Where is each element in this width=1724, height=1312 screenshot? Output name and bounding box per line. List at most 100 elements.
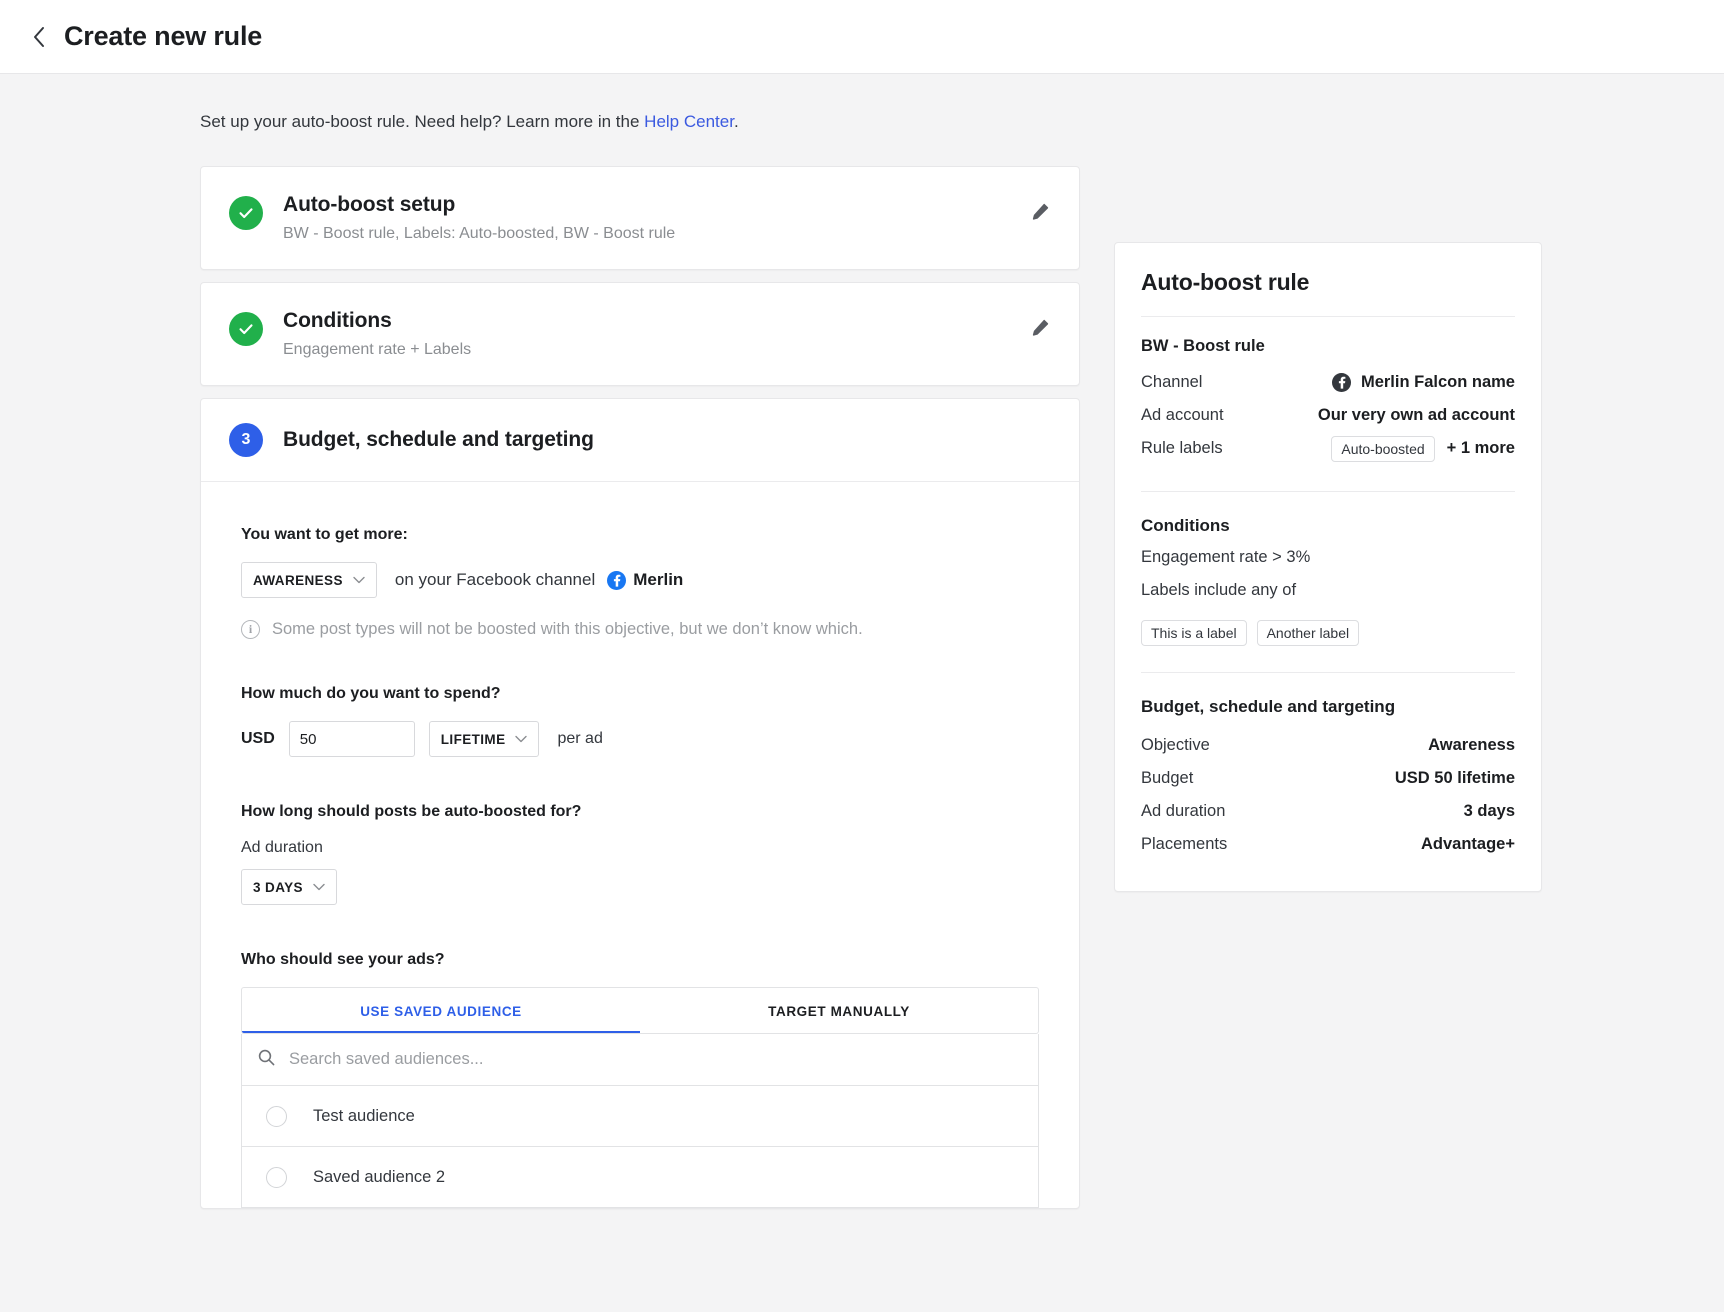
- budget-type-value: LIFETIME: [440, 731, 506, 747]
- ad-duration-value: 3 DAYS: [253, 879, 303, 895]
- objective-suffix: on your Facebook channel: [394, 570, 596, 589]
- help-center-link[interactable]: Help Center: [644, 112, 734, 131]
- facebook-icon: [1331, 373, 1351, 392]
- summary-value: Awareness: [1428, 736, 1515, 754]
- audience-search-row[interactable]: [241, 1034, 1039, 1086]
- summary-value: Advantage+: [1421, 835, 1515, 853]
- radio-icon[interactable]: [266, 1166, 287, 1188]
- summary-budget-heading: Budget, schedule and targeting: [1141, 697, 1396, 716]
- chevron-down-icon: [515, 735, 528, 743]
- audience-name: Saved audience 2: [313, 1167, 446, 1186]
- objective-select[interactable]: AWARENESS: [241, 562, 377, 598]
- radio-icon[interactable]: [266, 1105, 287, 1127]
- list-item[interactable]: Test audience: [241, 1086, 1039, 1147]
- summary-key: Placements: [1141, 835, 1228, 853]
- currency-label: USD: [241, 730, 275, 747]
- audience-tabs: USE SAVED AUDIENCE TARGET MANUALLY: [241, 987, 1039, 1034]
- page-title: Create new rule: [64, 21, 263, 51]
- objective-note: i Some post types will not be boosted wi…: [241, 620, 1039, 639]
- summary-value: USD 50 lifetime: [1394, 769, 1515, 787]
- back-button[interactable]: [22, 20, 56, 54]
- search-icon: [258, 1049, 275, 1071]
- summary-panel: Auto-boost rule BW - Boost rule Channel …: [1114, 242, 1542, 892]
- divider: [1141, 491, 1515, 492]
- summary-value: Our very own ad account: [1317, 406, 1515, 424]
- summary-key: Objective: [1141, 736, 1210, 754]
- summary-value: Merlin Falcon name: [1331, 373, 1515, 392]
- summary-key: Ad duration: [1141, 802, 1226, 820]
- step-title: Conditions: [283, 309, 392, 332]
- audience-label: Who should see your ads?: [241, 951, 445, 968]
- app-header: Create new rule: [0, 0, 1724, 74]
- step-number-badge: 3: [229, 423, 263, 457]
- chevron-down-icon: [353, 576, 365, 584]
- duration-section: How long should posts be auto-boosted fo…: [241, 803, 1039, 905]
- summary-row-channel: Channel Merlin Falcon name: [1141, 366, 1515, 399]
- summary-row-ad-duration: Ad duration 3 days: [1141, 795, 1515, 828]
- summary-row-budget: Budget USD 50 lifetime: [1141, 762, 1515, 795]
- summary-row-rule-labels: Rule labels Auto-boosted + 1 more: [1141, 432, 1515, 465]
- objective-row: AWARENESS on your Facebook channel Merli…: [241, 562, 1039, 598]
- tab-use-saved-audience[interactable]: USE SAVED AUDIENCE: [242, 988, 640, 1033]
- intro-before: Set up your auto-boost rule. Need help? …: [200, 112, 645, 131]
- chevron-left-icon: [31, 25, 47, 49]
- summary-key: Ad account: [1141, 406, 1224, 424]
- objective-suffix-group: on your Facebook channel Merlin: [395, 570, 683, 590]
- step-card-budget-schedule-targeting: 3 Budget, schedule and targeting You wan…: [200, 398, 1080, 1209]
- summary-channel-name: Merlin Falcon name: [1360, 373, 1515, 391]
- edit-button[interactable]: [1027, 317, 1053, 343]
- divider: [1141, 672, 1515, 673]
- summary-value: Auto-boosted + 1 more: [1331, 435, 1515, 462]
- summary-condition-chips: This is a label Another label: [1141, 620, 1515, 646]
- audience-search-input[interactable]: [287, 1049, 1022, 1070]
- info-icon: i: [241, 620, 260, 639]
- summary-conditions-heading: Conditions: [1141, 516, 1230, 535]
- tab-target-manually[interactable]: TARGET MANUALLY: [640, 988, 1038, 1033]
- ad-duration-select[interactable]: 3 DAYS: [241, 869, 337, 905]
- step-card-auto-boost-setup[interactable]: Auto-boost setup BW - Boost rule, Labels…: [200, 166, 1080, 270]
- label-chip: This is a label: [1141, 620, 1247, 646]
- objective-label: You want to get more:: [241, 526, 408, 543]
- channel-name: Merlin: [633, 570, 684, 589]
- ad-duration-sub-label: Ad duration: [241, 839, 323, 856]
- pencil-icon: [1031, 318, 1050, 342]
- intro-text: Set up your auto-boost rule. Need help? …: [200, 112, 1114, 132]
- step-body: You want to get more: AWARENESS on your …: [201, 482, 1079, 1208]
- step-subtitle: BW - Boost rule, Labels: Auto-boosted, B…: [283, 225, 676, 242]
- main-column: Set up your auto-boost rule. Need help? …: [0, 74, 1114, 1312]
- summary-key: Rule labels: [1141, 439, 1223, 457]
- pencil-icon: [1031, 202, 1050, 226]
- page-body: Set up your auto-boost rule. Need help? …: [0, 74, 1724, 1312]
- status-badge: Auto-boosted: [1331, 435, 1435, 462]
- summary-key: Channel: [1141, 373, 1203, 391]
- label-chip: Another label: [1256, 620, 1360, 646]
- audience-section: Who should see your ads? USE SAVED AUDIE…: [241, 951, 1039, 1208]
- check-icon: [229, 196, 263, 230]
- budget-type-select[interactable]: LIFETIME: [428, 721, 540, 757]
- chevron-down-icon: [313, 883, 325, 891]
- facebook-icon: [607, 570, 627, 590]
- budget-amount-input[interactable]: [288, 721, 415, 757]
- step-header: 3 Budget, schedule and targeting: [201, 399, 1079, 482]
- spend-row: USD LIFETIME per ad: [241, 721, 1039, 757]
- check-icon: [229, 312, 263, 346]
- per-ad-label: per ad: [557, 730, 603, 747]
- rule-labels-more: + 1 more: [1446, 439, 1515, 457]
- summary-condition-engagement: Engagement rate > 3%: [1141, 548, 1311, 566]
- summary-row-ad-account: Ad account Our very own ad account: [1141, 399, 1515, 432]
- step-subtitle: Engagement rate + Labels: [283, 341, 472, 358]
- step-card-conditions[interactable]: Conditions Engagement rate + Labels: [200, 282, 1080, 386]
- objective-select-value: AWARENESS: [253, 572, 343, 588]
- step-title: Budget, schedule and targeting: [283, 428, 594, 451]
- intro-after: .: [733, 112, 739, 131]
- spend-section: How much do you want to spend? USD LIFET…: [241, 685, 1039, 757]
- edit-button[interactable]: [1027, 201, 1053, 227]
- summary-column: Auto-boost rule BW - Boost rule Channel …: [1114, 74, 1542, 1312]
- list-item[interactable]: Saved audience 2: [241, 1147, 1039, 1208]
- step-header: Conditions Engagement rate + Labels: [201, 283, 1079, 385]
- objective-note-text: Some post types will not be boosted with…: [272, 620, 863, 638]
- summary-row-placements: Placements Advantage+: [1141, 828, 1515, 861]
- duration-label: How long should posts be auto-boosted fo…: [241, 803, 582, 820]
- audience-name: Test audience: [313, 1106, 415, 1125]
- summary-condition-labels: Labels include any of: [1141, 581, 1297, 599]
